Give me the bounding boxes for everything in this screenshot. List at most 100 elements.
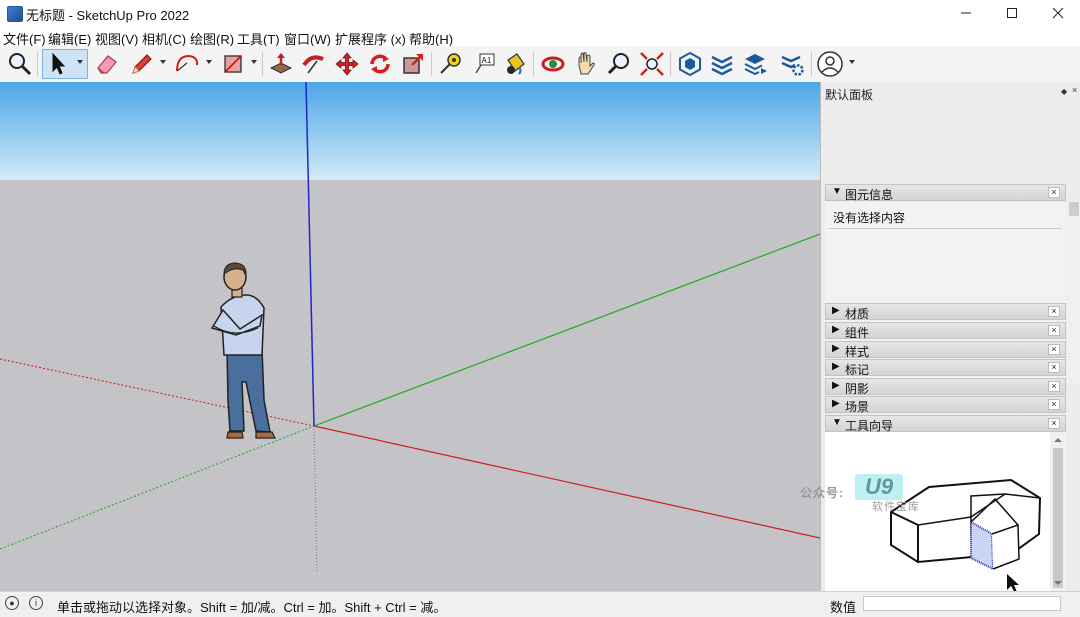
- status-bar: ● i 单击或拖动以选择对象。Shift = 加/减。Ctrl = 加。Shif…: [0, 591, 1080, 617]
- window-title: 无标题 - SketchUp Pro 2022: [26, 8, 190, 23]
- panel-entity-info-header[interactable]: ▼ 图元信息 ×: [825, 184, 1066, 202]
- scroll-down-icon[interactable]: [1050, 577, 1066, 589]
- model-viewport[interactable]: [0, 82, 820, 591]
- close-window-button[interactable]: [1035, 0, 1080, 26]
- scrollbar[interactable]: [1067, 202, 1080, 384]
- viewport-canvas[interactable]: [0, 82, 820, 591]
- panel-close-button[interactable]: ×: [1048, 399, 1060, 410]
- search-icon: [9, 53, 32, 76]
- maximize-button[interactable]: [989, 0, 1035, 26]
- rectangle-icon: [224, 55, 242, 73]
- minimize-icon: [961, 12, 971, 14]
- paint-bucket-tool[interactable]: [500, 49, 530, 79]
- sketchup-logo-icon: [7, 6, 23, 22]
- pan-icon: [578, 52, 595, 75]
- panel-close-button[interactable]: ×: [1048, 344, 1060, 355]
- panel-instructor-header[interactable]: ▼ 工具向导 ×: [825, 415, 1066, 433]
- eraser-tool[interactable]: [92, 49, 122, 79]
- panel-close-button[interactable]: ×: [1048, 381, 1060, 392]
- divider: [829, 228, 1061, 229]
- pan-tool[interactable]: [571, 49, 601, 79]
- tray-close-button[interactable]: ×: [1072, 85, 1080, 97]
- zoom-icon: [607, 53, 629, 75]
- chevron-down-icon[interactable]: [206, 60, 212, 64]
- measurements-input[interactable]: [863, 596, 1061, 611]
- toolbar-separator: [431, 52, 432, 76]
- select-icon: [52, 52, 66, 75]
- panel-tags-label: 标记: [845, 363, 870, 377]
- chevron-down-icon[interactable]: [77, 60, 83, 64]
- text-tool[interactable]: A1: [469, 49, 499, 79]
- arc-tool[interactable]: [172, 49, 202, 79]
- pencil-tool[interactable]: [127, 49, 157, 79]
- panel-shadows-label: 阴影: [845, 382, 870, 396]
- close-icon: [1052, 7, 1064, 19]
- minimize-button[interactable]: [943, 0, 989, 26]
- text-icon: A1: [475, 53, 495, 74]
- scroll-up-icon[interactable]: [1050, 434, 1066, 446]
- pin-icon[interactable]: ◆: [1061, 87, 1067, 96]
- layout-icon: [744, 54, 767, 76]
- collapse-arrow-icon: ▼: [832, 186, 842, 197]
- panel-materials-header[interactable]: ▶ 材质 ×: [825, 303, 1066, 321]
- panel-styles-header[interactable]: ▶ 样式 ×: [825, 341, 1066, 359]
- arc-icon: [176, 54, 199, 72]
- panel-close-button[interactable]: ×: [1048, 306, 1060, 317]
- extension-warehouse-button[interactable]: [707, 49, 737, 79]
- toolbar-separator: [262, 52, 263, 76]
- tape-measure-tool[interactable]: [435, 49, 465, 79]
- sky: [0, 82, 820, 180]
- move-tool[interactable]: [332, 49, 362, 79]
- watermark-subtitle: 软件宝库: [872, 501, 920, 513]
- panel-entity-info-label: 图元信息: [845, 188, 894, 202]
- layout-button[interactable]: [740, 49, 770, 79]
- search-button[interactable]: [5, 49, 35, 79]
- svg-text:A1: A1: [482, 56, 492, 65]
- house-select-illustration: [890, 478, 1042, 593]
- push-pull-tool[interactable]: [266, 49, 296, 79]
- expand-arrow-icon: ▶: [832, 398, 840, 409]
- panel-tags-header[interactable]: ▶ 标记 ×: [825, 359, 1066, 377]
- scale-tool[interactable]: [398, 49, 428, 79]
- panel-close-button[interactable]: ×: [1048, 325, 1060, 336]
- chevron-down-icon[interactable]: [251, 60, 257, 64]
- panel-close-button[interactable]: ×: [1048, 418, 1060, 429]
- scrollbar[interactable]: [1050, 432, 1066, 591]
- move-icon: [335, 52, 359, 76]
- orbit-tool[interactable]: [538, 49, 568, 79]
- panel-close-button[interactable]: ×: [1048, 362, 1060, 373]
- panel-components-header[interactable]: ▶ 组件 ×: [825, 322, 1066, 340]
- panel-scenes-header[interactable]: ▶ 场景 ×: [825, 396, 1066, 414]
- warehouse-icon: [679, 51, 701, 77]
- scrollbar-thumb[interactable]: [1069, 202, 1079, 216]
- toolbar-separator: [811, 52, 812, 76]
- chevron-down-icon[interactable]: [160, 60, 166, 64]
- scrollbar-thumb[interactable]: [1053, 448, 1063, 588]
- measurements-label: 数值: [830, 600, 857, 615]
- rectangle-tool[interactable]: [218, 49, 248, 79]
- default-tray: 默认面板 ◆ × ▼ 图元信息 × 没有选择内容 ▶ 材质 × ▶ 组件 × ▶…: [820, 82, 1080, 593]
- credits-info-icon[interactable]: i: [29, 596, 43, 610]
- chevron-down-icon[interactable]: [849, 60, 855, 64]
- panel-close-button[interactable]: ×: [1048, 187, 1060, 198]
- toolbar-separator: [37, 52, 38, 76]
- select-tool[interactable]: [42, 49, 88, 79]
- follow-me-tool[interactable]: [299, 49, 329, 79]
- expand-arrow-icon: ▶: [832, 305, 840, 316]
- collapse-arrow-icon: ▼: [832, 417, 842, 428]
- orbit-icon: [541, 56, 565, 72]
- geo-location-icon[interactable]: ●: [5, 596, 19, 610]
- zoom-tool[interactable]: [604, 49, 634, 79]
- zoom-extents-tool[interactable]: [637, 49, 667, 79]
- instructor-illustration: [825, 432, 1050, 593]
- extension-manager-button[interactable]: [777, 49, 807, 79]
- follow-me-icon: [302, 55, 324, 74]
- 3d-warehouse-button[interactable]: [675, 49, 705, 79]
- panel-styles-label: 样式: [845, 345, 870, 359]
- watermark-logo: U9: [855, 474, 903, 500]
- expand-arrow-icon: ▶: [832, 380, 840, 391]
- panel-shadows-header[interactable]: ▶ 阴影 ×: [825, 378, 1066, 396]
- account-button[interactable]: [815, 49, 845, 79]
- rotate-tool[interactable]: [365, 49, 395, 79]
- expand-arrow-icon: ▶: [832, 324, 840, 335]
